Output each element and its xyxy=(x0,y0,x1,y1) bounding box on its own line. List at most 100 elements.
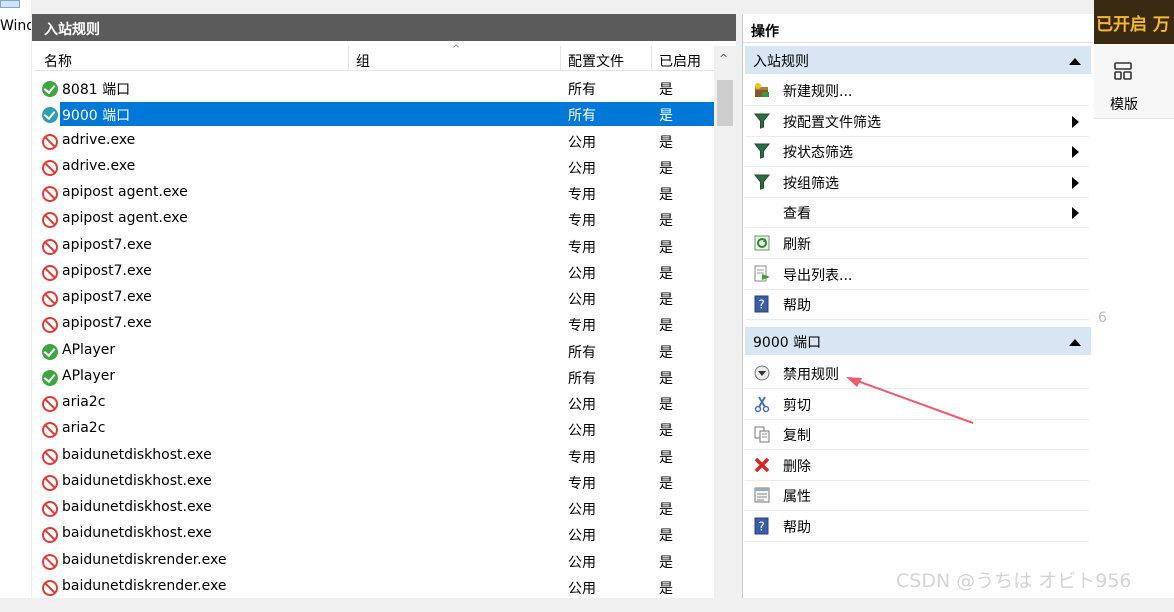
rule-profile: 专用 xyxy=(568,449,596,466)
template-icon[interactable] xyxy=(1114,62,1132,80)
refresh-icon xyxy=(753,234,771,252)
block-icon xyxy=(42,238,58,255)
table-row[interactable]: aria2c 公用 是 xyxy=(34,417,716,443)
rule-profile: 专用 xyxy=(568,213,596,230)
action-item[interactable]: 新建规则... xyxy=(745,75,1089,106)
table-row[interactable]: apipost7.exe 公用 是 xyxy=(34,286,716,312)
collapse-icon[interactable] xyxy=(1069,339,1081,346)
action-item[interactable]: 按配置文件筛选 xyxy=(745,106,1089,137)
column-divider[interactable] xyxy=(651,46,652,70)
column-divider[interactable] xyxy=(560,46,561,70)
rule-enabled: 是 xyxy=(659,265,673,282)
action-item[interactable]: 复制 xyxy=(745,419,1089,451)
scrollbar-thumb[interactable] xyxy=(717,80,733,126)
export-icon xyxy=(753,265,771,283)
rule-profile: 所有 xyxy=(568,370,596,387)
column-profile[interactable]: 配置文件 xyxy=(568,51,624,71)
action-item[interactable]: 剪切 xyxy=(745,389,1089,420)
allow-icon xyxy=(42,343,58,360)
right-window-strip: 已开启 万 模版 6 xyxy=(1094,0,1174,598)
vertical-scrollbar[interactable]: ^ xyxy=(714,46,736,612)
action-label: 导出列表... xyxy=(783,267,853,284)
rule-enabled: 是 xyxy=(659,370,673,387)
rule-profile: 所有 xyxy=(568,82,596,98)
filter-icon xyxy=(753,173,771,191)
block-icon xyxy=(42,186,58,202)
table-row[interactable]: apipost7.exe 专用 是 xyxy=(34,312,716,338)
action-label: 新建规则... xyxy=(783,84,853,100)
table-row[interactable]: apipost7.exe 专用 是 xyxy=(34,234,716,260)
table-row[interactable]: APlayer 所有 是 xyxy=(34,339,716,365)
block-icon xyxy=(42,291,58,307)
action-label: 帮助 xyxy=(783,520,811,536)
rule-name: APlayer xyxy=(62,367,116,384)
action-item[interactable]: ? 帮助 xyxy=(745,289,1089,321)
template-label[interactable]: 模版 xyxy=(1110,94,1138,114)
block-icon xyxy=(42,133,58,150)
watermark: CSDN @うちは オビト956 xyxy=(896,570,1132,592)
action-item[interactable]: 按组筛选 xyxy=(745,167,1089,198)
table-row[interactable]: aria2c 公用 是 xyxy=(34,391,716,417)
action-item[interactable]: 禁用规则 xyxy=(745,358,1089,389)
rule-name: apipost7.exe xyxy=(62,315,152,332)
table-row[interactable]: baidunetdiskrender.exe 公用 是 xyxy=(34,575,716,601)
rule-enabled: 是 xyxy=(659,134,673,151)
rule-name: apipost agent.exe xyxy=(62,184,188,200)
action-label: 帮助 xyxy=(783,298,811,315)
filter-icon xyxy=(753,142,771,160)
allow-icon xyxy=(42,81,58,97)
table-row[interactable]: 9000 端口 所有 是 xyxy=(34,101,716,128)
rule-profile: 所有 xyxy=(568,108,596,125)
section-selected-rule[interactable]: 9000 端口 xyxy=(745,327,1091,355)
action-label: 删除 xyxy=(783,458,811,475)
sort-caret-icon: ^ xyxy=(452,44,461,55)
table-row[interactable]: baidunetdiskhost.exe 专用 是 xyxy=(34,470,716,496)
table-row[interactable]: adrive.exe 公用 是 xyxy=(34,129,716,155)
submenu-arrow-icon xyxy=(1072,115,1079,128)
section-title: 入站规则 xyxy=(753,54,809,70)
action-item[interactable]: 属性 xyxy=(745,480,1089,512)
collapse-icon[interactable] xyxy=(1069,58,1081,65)
selection-highlight xyxy=(59,101,715,128)
rule-enabled: 是 xyxy=(659,160,673,177)
table-row[interactable]: 8081 端口 所有 是 xyxy=(34,76,716,102)
table-row[interactable]: baidunetdiskhost.exe 公用 是 xyxy=(34,496,716,522)
table-row[interactable]: apipost agent.exe 专用 是 xyxy=(34,207,716,233)
rule-name: baidunetdiskhost.exe xyxy=(62,446,212,463)
section-inbound-rules[interactable]: 入站规则 xyxy=(745,46,1091,74)
submenu-arrow-icon xyxy=(1072,146,1079,159)
scroll-up-icon[interactable]: ^ xyxy=(719,52,728,65)
promo-banner[interactable]: 已开启 万 xyxy=(1094,0,1174,44)
table-row[interactable]: apipost7.exe 公用 是 xyxy=(34,260,716,286)
action-item[interactable]: 刷新 xyxy=(745,228,1089,259)
rule-enabled: 是 xyxy=(659,213,673,230)
filter-icon xyxy=(753,112,771,130)
column-divider[interactable] xyxy=(348,46,349,70)
action-item[interactable]: 按状态筛选 xyxy=(745,136,1089,168)
table-row[interactable]: baidunetdiskrender.exe 公用 是 xyxy=(34,549,716,575)
action-item[interactable]: 删除 xyxy=(745,450,1089,481)
actions-pane: 操作 入站规则 新建规则... 按配置文件筛选 按状态筛选 按组筛选 查看 刷新导出列表.… xyxy=(742,14,1095,598)
action-item[interactable]: 导出列表... xyxy=(745,259,1089,290)
action-item[interactable]: ? 帮助 xyxy=(745,511,1089,542)
column-enabled[interactable]: 已启用 xyxy=(659,51,701,71)
rule-name: apipost7.exe xyxy=(62,236,152,253)
table-row[interactable]: apipost agent.exe 专用 是 xyxy=(34,181,716,207)
rule-name: baidunetdiskhost.exe xyxy=(62,472,212,489)
table-row[interactable]: adrive.exe 公用 是 xyxy=(34,155,716,181)
table-row[interactable]: baidunetdiskhost.exe 公用 是 xyxy=(34,522,716,548)
rule-profile: 公用 xyxy=(568,502,596,518)
rule-name: baidunetdiskhost.exe xyxy=(62,499,212,515)
rules-panel-title: 入站规则 xyxy=(44,22,100,38)
rule-profile: 公用 xyxy=(568,265,596,282)
rule-name: baidunetdiskrender.exe xyxy=(62,551,227,568)
table-row[interactable]: APlayer 所有 是 xyxy=(34,365,716,391)
action-item[interactable]: 查看 xyxy=(745,197,1089,229)
rule-enabled: 是 xyxy=(659,318,673,335)
inbound-rules-panel: 入站规则 名称 组 ^ 配置文件 已启用 8081 端口 所有是 9000 端口 所有… xyxy=(32,14,736,612)
actions-title-bar: 操作 xyxy=(743,14,1093,43)
table-row[interactable]: baidunetdiskhost.exe 专用 是 xyxy=(34,444,716,470)
column-name[interactable]: 名称 xyxy=(44,51,72,71)
column-group[interactable]: 组 xyxy=(356,51,370,71)
action-label: 剪切 xyxy=(783,397,811,414)
